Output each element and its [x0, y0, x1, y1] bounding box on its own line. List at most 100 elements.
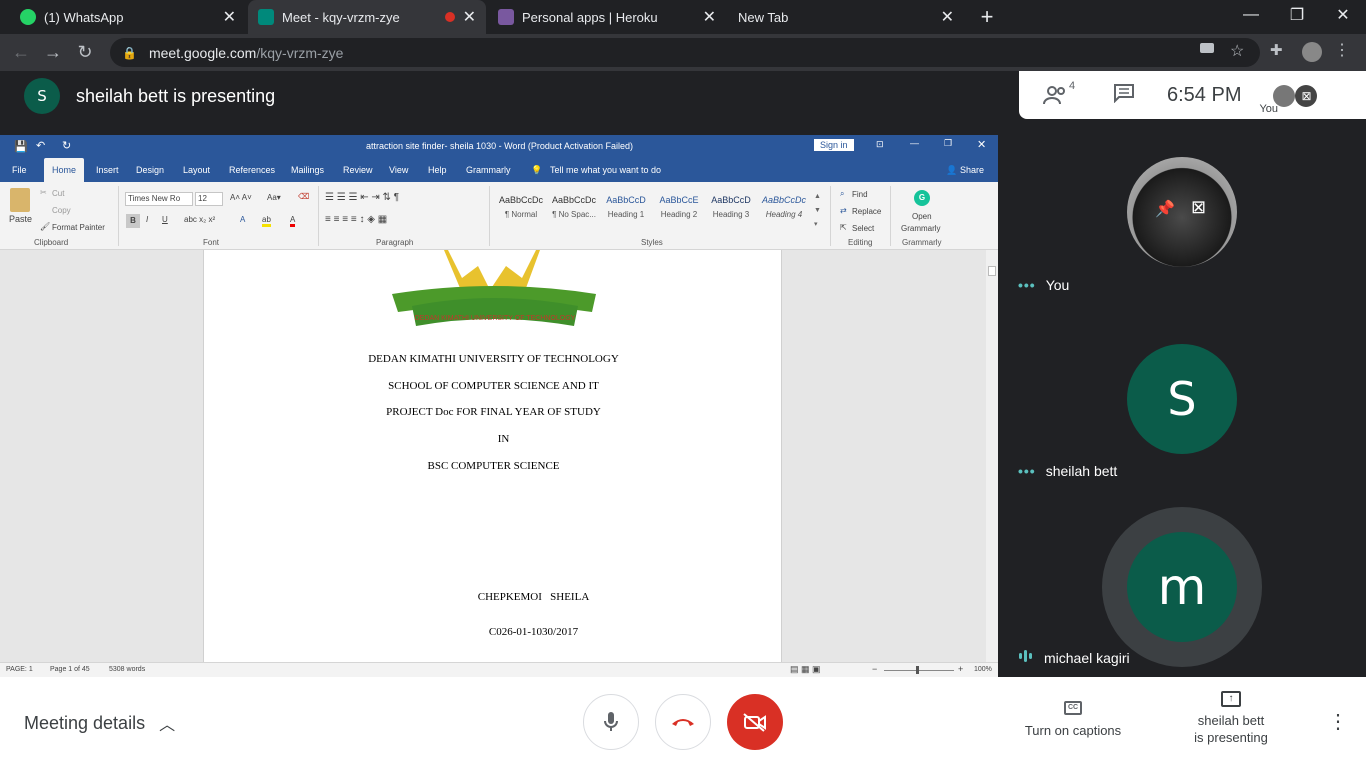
chat-button[interactable]: [1113, 83, 1135, 108]
camera-toggle-button[interactable]: [727, 694, 783, 750]
restore-icon[interactable]: ❐: [1274, 0, 1320, 30]
redo-icon[interactable]: ↻: [62, 139, 71, 152]
reload-icon[interactable]: ↻: [70, 34, 100, 71]
select-button[interactable]: Select: [852, 224, 874, 233]
presenter-avatar: S: [24, 78, 60, 114]
tab-file[interactable]: File: [12, 158, 27, 182]
style-heading-4[interactable]: AaBbCcDc Heading 4: [758, 195, 810, 219]
font-name-select[interactable]: Times New Ro: [125, 192, 193, 206]
open-grammarly-line1[interactable]: Open: [912, 212, 932, 221]
tab-layout[interactable]: Layout: [183, 158, 210, 182]
close-window-icon[interactable]: ✕: [1320, 0, 1366, 30]
menu-kebab-icon[interactable]: ⋮: [1334, 40, 1350, 60]
cut-button[interactable]: Cut: [52, 189, 64, 198]
share-icon[interactable]: 👤: [946, 158, 957, 182]
vertical-scrollbar[interactable]: [986, 250, 998, 662]
copy-button[interactable]: Copy: [52, 206, 71, 215]
find-button[interactable]: Find: [852, 190, 868, 199]
tab-help[interactable]: Help: [428, 158, 447, 182]
minimize-icon[interactable]: —: [1228, 0, 1274, 30]
styles-scroll-icon[interactable]: ▲ ▼ ▾: [814, 190, 821, 232]
bold-button[interactable]: B: [126, 214, 140, 228]
browser-tab-meet[interactable]: Meet - kqy-vrzm-zye ✕: [248, 0, 486, 34]
new-tab-icon[interactable]: +: [964, 2, 1010, 32]
text-effects-icon[interactable]: A: [240, 215, 245, 224]
format-painter-button[interactable]: Format Painter: [52, 223, 105, 232]
tell-me-search[interactable]: Tell me what you want to do: [550, 158, 661, 182]
ribbon-divider: [489, 186, 490, 246]
self-view-mini[interactable]: ⊠ You: [1259, 75, 1323, 115]
change-case-icon[interactable]: Aa▾: [267, 193, 281, 202]
captions-label: Turn on captions: [1024, 723, 1122, 738]
microphone-button[interactable]: [583, 694, 639, 750]
more-options-icon[interactable]: ⋮: [1328, 709, 1348, 734]
back-icon[interactable]: ←: [6, 34, 36, 71]
open-grammarly-line2[interactable]: Grammarly: [901, 224, 941, 233]
forward-icon[interactable]: →: [38, 34, 68, 71]
highlight-icon[interactable]: ab: [262, 215, 271, 227]
address-bar[interactable]: 🔒 meet.google.com/kqy-vrzm-zye: [110, 38, 1260, 67]
browser-tab-whatsapp[interactable]: (1) WhatsApp ✕: [10, 0, 246, 34]
italic-button[interactable]: I: [146, 215, 148, 224]
replace-button[interactable]: Replace: [852, 207, 881, 216]
document-page[interactable]: DEDAN KIMATHI UNIVERSITY OF TECHNOLOGY D…: [203, 250, 782, 662]
align-icons[interactable]: ≡ ≡ ≡ ≡ ↕ ◈ ▦: [325, 214, 387, 225]
zoom-out-icon[interactable]: −: [872, 664, 877, 674]
zoom-slider[interactable]: [884, 670, 954, 671]
font-color-icon[interactable]: A: [290, 215, 296, 227]
camera-icon[interactable]: [1200, 43, 1214, 53]
style-heading-1[interactable]: AaBbCcD Heading 1: [600, 195, 652, 219]
participant-sheilah: ••• sheilah bett: [1018, 463, 1117, 479]
more-options-icon[interactable]: •••: [1018, 277, 1036, 293]
more-options-icon[interactable]: •••: [1018, 463, 1036, 479]
close-tab-icon[interactable]: ✕: [223, 7, 236, 27]
tab-design[interactable]: Design: [136, 158, 164, 182]
paste-button[interactable]: Paste: [9, 214, 32, 224]
paste-icon[interactable]: [10, 188, 30, 212]
ribbon-display-icon[interactable]: ⊡: [876, 139, 884, 150]
bullets-icon[interactable]: ☰ ☰ ☰ ⇤ ⇥ ⇅ ¶: [325, 192, 399, 203]
browser-tab-heroku[interactable]: Personal apps | Heroku ✕: [488, 0, 726, 34]
undo-icon[interactable]: ↶: [36, 139, 45, 152]
word-restore-icon[interactable]: ❐: [944, 138, 952, 149]
captions-button[interactable]: CC Turn on captions: [1010, 701, 1136, 738]
pin-icon[interactable]: 📌: [1155, 199, 1175, 219]
tab-review[interactable]: Review: [343, 158, 373, 182]
style-heading-2[interactable]: AaBbCcE Heading 2: [653, 195, 705, 219]
tab-grammarly[interactable]: Grammarly: [466, 158, 511, 182]
profile-avatar[interactable]: [1302, 42, 1322, 62]
tab-home[interactable]: Home: [44, 158, 85, 182]
presenting-button[interactable]: ↑ sheilah bett is presenting: [1168, 691, 1294, 745]
browser-tab-newtab[interactable]: New Tab ✕: [728, 0, 964, 34]
word-minimize-icon[interactable]: —: [910, 138, 919, 148]
share-button[interactable]: Share: [960, 158, 984, 182]
leave-call-button[interactable]: [655, 694, 711, 750]
people-button[interactable]: 4: [1043, 80, 1075, 106]
underline-button[interactable]: U: [162, 215, 168, 224]
tab-insert[interactable]: Insert: [96, 158, 119, 182]
close-tab-icon[interactable]: ✕: [703, 7, 716, 27]
zoom-in-icon[interactable]: +: [958, 664, 963, 674]
style-heading-3[interactable]: AaBbCcD Heading 3: [705, 195, 757, 219]
sign-in-button[interactable]: Sign in: [814, 139, 854, 151]
scroll-thumb[interactable]: [988, 266, 996, 276]
style-no-spacing[interactable]: AaBbCcDc ¶ No Spac...: [548, 195, 600, 219]
meeting-details-button[interactable]: Meeting details ︿: [24, 711, 175, 735]
save-icon[interactable]: 💾: [14, 140, 28, 153]
font-size-select[interactable]: 12: [195, 192, 223, 206]
clear-format-icon[interactable]: ⌫: [298, 192, 309, 201]
zoom-slider-thumb[interactable]: [916, 666, 919, 674]
grow-font-icon[interactable]: A˄ A˅: [230, 193, 252, 202]
strike-sub-super-icons[interactable]: abc x₂ x²: [184, 215, 215, 224]
bookmark-star-icon[interactable]: ☆: [1230, 41, 1244, 61]
tab-view[interactable]: View: [389, 158, 408, 182]
font-name-value: Times New Ro: [128, 194, 181, 203]
tab-references[interactable]: References: [229, 158, 275, 182]
view-mode-icons[interactable]: ▤ ▦ ▣: [790, 664, 821, 675]
tab-mailings[interactable]: Mailings: [291, 158, 324, 182]
close-tab-icon[interactable]: ✕: [463, 7, 476, 27]
word-close-icon[interactable]: ✕: [977, 138, 986, 151]
close-tab-icon[interactable]: ✕: [941, 7, 954, 27]
style-normal[interactable]: AaBbCcDc ¶ Normal: [495, 195, 547, 219]
extensions-icon[interactable]: ✚: [1270, 41, 1283, 59]
